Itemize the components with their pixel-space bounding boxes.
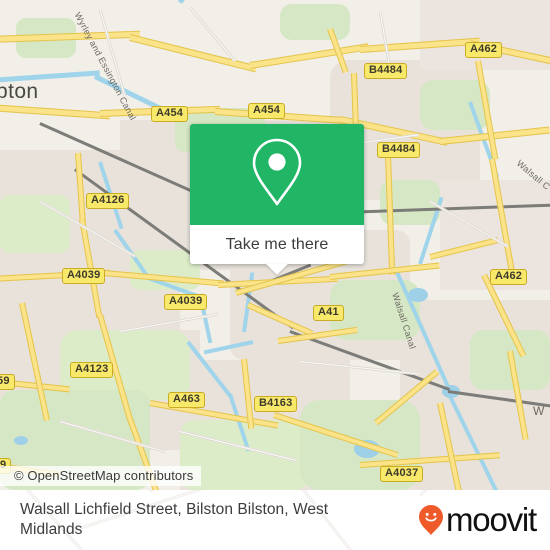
callout-pin-panel [190, 124, 364, 225]
moovit-smiley-pin-icon [418, 504, 444, 536]
moovit-logo[interactable]: moovit [418, 501, 537, 538]
road-segment [129, 34, 257, 73]
road-shield: A463 [168, 392, 206, 408]
road-shield: A4123 [70, 362, 114, 378]
road-shield: A462 [465, 42, 503, 58]
landuse-grass [0, 195, 70, 253]
map-label-place: pton [0, 80, 39, 103]
road-shield: A4126 [86, 193, 130, 209]
landuse-park [280, 4, 350, 40]
road-shield: A4039 [164, 294, 208, 310]
callout-action-panel[interactable]: Take me there [190, 225, 364, 264]
pond [14, 436, 28, 445]
location-callout[interactable]: Take me there [190, 124, 364, 275]
footer-bar: Walsall Lichfield Street, Bilston Bilsto… [0, 490, 550, 550]
road-shield: 59 [0, 374, 15, 390]
take-me-there-label: Take me there [225, 235, 329, 253]
road-shield: A4039 [62, 268, 106, 284]
callout-tail [266, 264, 288, 275]
road-shield: B4163 [254, 396, 298, 412]
moovit-wordmark: moovit [446, 501, 537, 538]
map-canvas[interactable]: pton Wyrley and Essington Canal Walsall … [0, 0, 550, 490]
road-shield: A454 [248, 103, 286, 119]
road-shield: A41 [313, 305, 344, 321]
road-shield: B4484 [377, 142, 421, 158]
road-shield: A454 [151, 106, 189, 122]
canal-line [177, 0, 230, 4]
location-pin-icon [249, 136, 305, 213]
road-segment [0, 104, 110, 120]
road-shield: A462 [490, 269, 528, 285]
map-screenshot: pton Wyrley and Essington Canal Walsall … [0, 0, 550, 550]
pond [408, 288, 428, 302]
osm-attribution[interactable]: © OpenStreetMap contributors [0, 466, 202, 486]
map-label-canal: W [533, 404, 545, 418]
road-shield: A4037 [380, 466, 424, 482]
road-shield: B4484 [364, 63, 408, 79]
page-title: Walsall Lichfield Street, Bilston Bilsto… [20, 501, 329, 538]
